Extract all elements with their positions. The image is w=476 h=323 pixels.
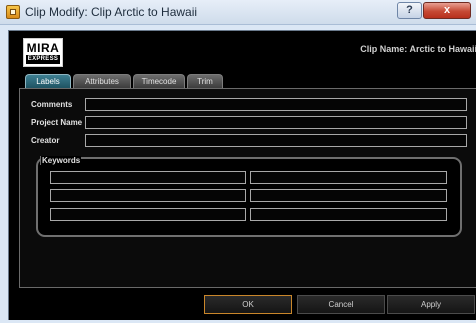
tab-labels[interactable]: Labels xyxy=(25,74,71,88)
tab-timecode[interactable]: Timecode xyxy=(133,74,185,88)
project-name-field[interactable] xyxy=(85,116,467,129)
clip-modify-window: Clip Modify: Clip Arctic to Hawaii ? x M… xyxy=(0,0,476,323)
ok-button[interactable]: OK xyxy=(204,295,292,314)
keyword-field-2[interactable] xyxy=(250,171,447,184)
title-bar[interactable]: Clip Modify: Clip Arctic to Hawaii ? x xyxy=(0,0,476,25)
keywords-label: Keywords xyxy=(40,156,82,165)
cancel-button[interactable]: Cancel xyxy=(297,295,385,314)
logo-text-express: EXPRESS xyxy=(26,55,60,64)
comments-label: Comments xyxy=(31,100,73,109)
keyword-field-4[interactable] xyxy=(250,189,447,202)
logo-text-mira: MIRA xyxy=(26,41,60,55)
keyword-field-3[interactable] xyxy=(50,189,246,202)
dialog-content: MIRA EXPRESS Clip Name: Arctic to Hawaii… xyxy=(8,30,476,320)
tab-trim[interactable]: Trim xyxy=(187,74,223,88)
comments-field[interactable] xyxy=(85,98,467,111)
keyword-field-6[interactable] xyxy=(250,208,447,221)
creator-field[interactable] xyxy=(85,134,467,147)
creator-label: Creator xyxy=(31,136,60,145)
keyword-field-5[interactable] xyxy=(50,208,246,221)
clip-name-label: Clip Name: Arctic to Hawaii xyxy=(360,44,476,54)
tab-attributes[interactable]: Attributes xyxy=(73,74,131,88)
app-icon xyxy=(6,5,20,19)
close-button[interactable]: x xyxy=(423,2,471,19)
project-name-label: Project Name xyxy=(31,118,83,127)
mira-express-logo: MIRA EXPRESS xyxy=(23,38,63,67)
window-title: Clip Modify: Clip Arctic to Hawaii xyxy=(25,5,198,19)
help-button[interactable]: ? xyxy=(397,2,422,19)
apply-button[interactable]: Apply xyxy=(387,295,475,314)
keyword-field-1[interactable] xyxy=(50,171,246,184)
